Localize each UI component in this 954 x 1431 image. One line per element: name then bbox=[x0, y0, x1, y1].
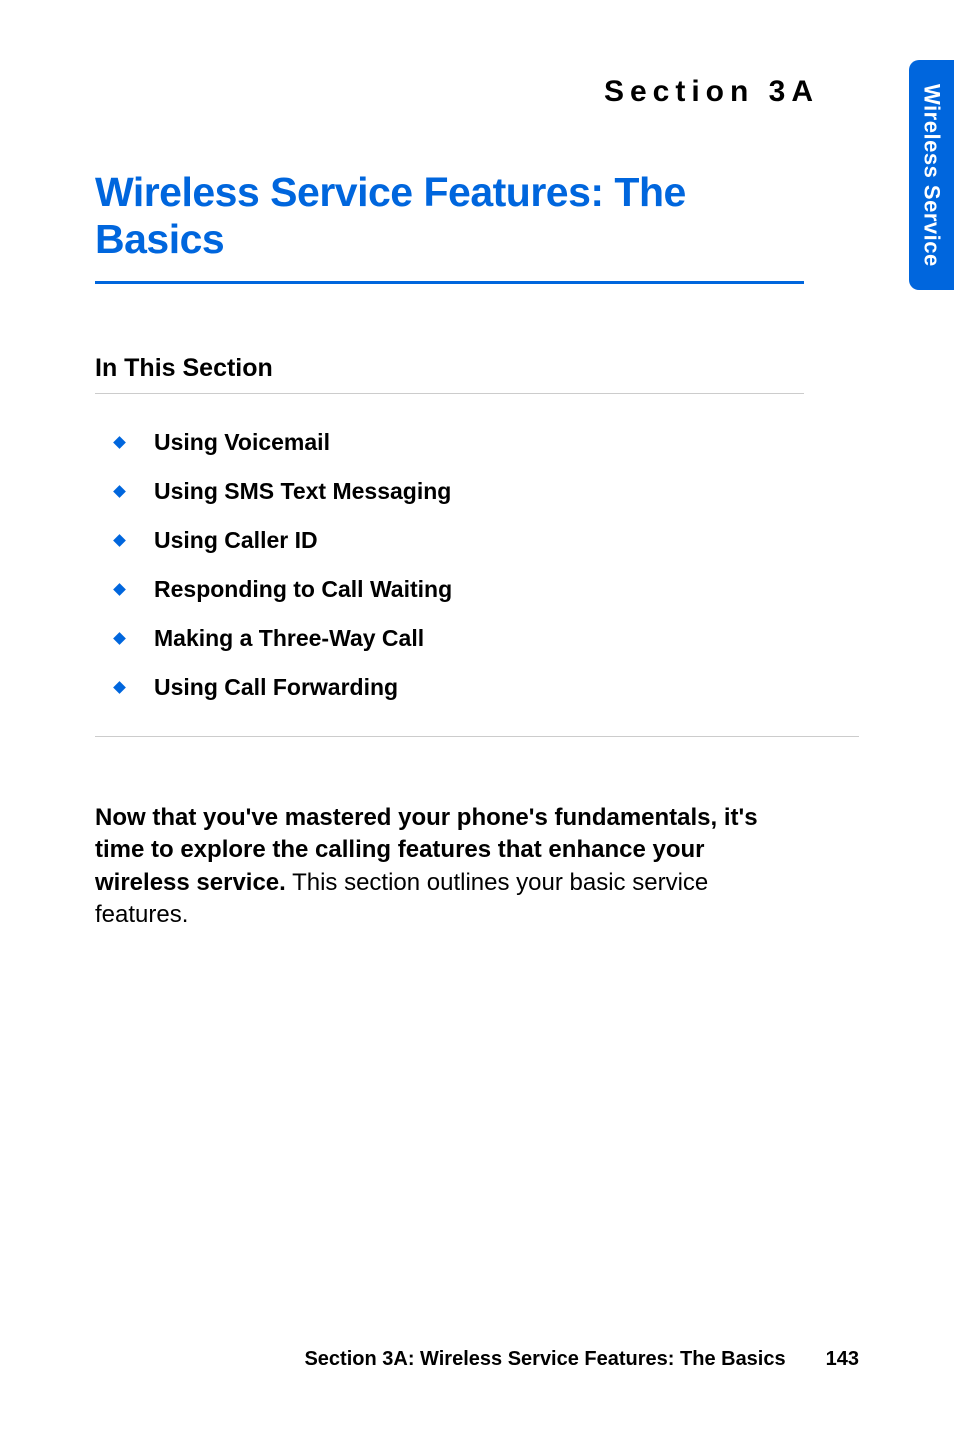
bullet-text: Using SMS Text Messaging bbox=[154, 478, 451, 505]
diamond-bullet-icon bbox=[113, 436, 126, 449]
bullet-text: Using Caller ID bbox=[154, 527, 318, 554]
list-item: Using Voicemail bbox=[95, 429, 804, 456]
section-label: Section 3A bbox=[95, 75, 859, 109]
body-paragraph: Now that you've mastered your phone's fu… bbox=[95, 802, 804, 932]
page-title: Wireless Service Features: The Basics bbox=[95, 169, 804, 284]
diamond-bullet-icon bbox=[113, 485, 126, 498]
list-item: Responding to Call Waiting bbox=[95, 576, 804, 603]
list-item: Using SMS Text Messaging bbox=[95, 478, 804, 505]
bullet-list: Using Voicemail Using SMS Text Messaging… bbox=[95, 429, 859, 737]
list-item: Making a Three-Way Call bbox=[95, 625, 804, 652]
diamond-bullet-icon bbox=[113, 632, 126, 645]
diamond-bullet-icon bbox=[113, 583, 126, 596]
list-item: Using Caller ID bbox=[95, 527, 804, 554]
bullet-text: Using Call Forwarding bbox=[154, 674, 398, 701]
bullet-text: Making a Three-Way Call bbox=[154, 625, 424, 652]
footer-title: Section 3A: Wireless Service Features: T… bbox=[304, 1348, 785, 1371]
subsection-title: In This Section bbox=[95, 354, 804, 394]
list-item: Using Call Forwarding bbox=[95, 674, 804, 701]
diamond-bullet-icon bbox=[113, 534, 126, 547]
page-content: Section 3A Wireless Service Features: Th… bbox=[0, 0, 954, 1431]
footer-page-number: 143 bbox=[826, 1348, 859, 1371]
page-footer: Section 3A: Wireless Service Features: T… bbox=[95, 1348, 859, 1371]
diamond-bullet-icon bbox=[113, 681, 126, 694]
bullet-text: Using Voicemail bbox=[154, 429, 330, 456]
bullet-text: Responding to Call Waiting bbox=[154, 576, 452, 603]
